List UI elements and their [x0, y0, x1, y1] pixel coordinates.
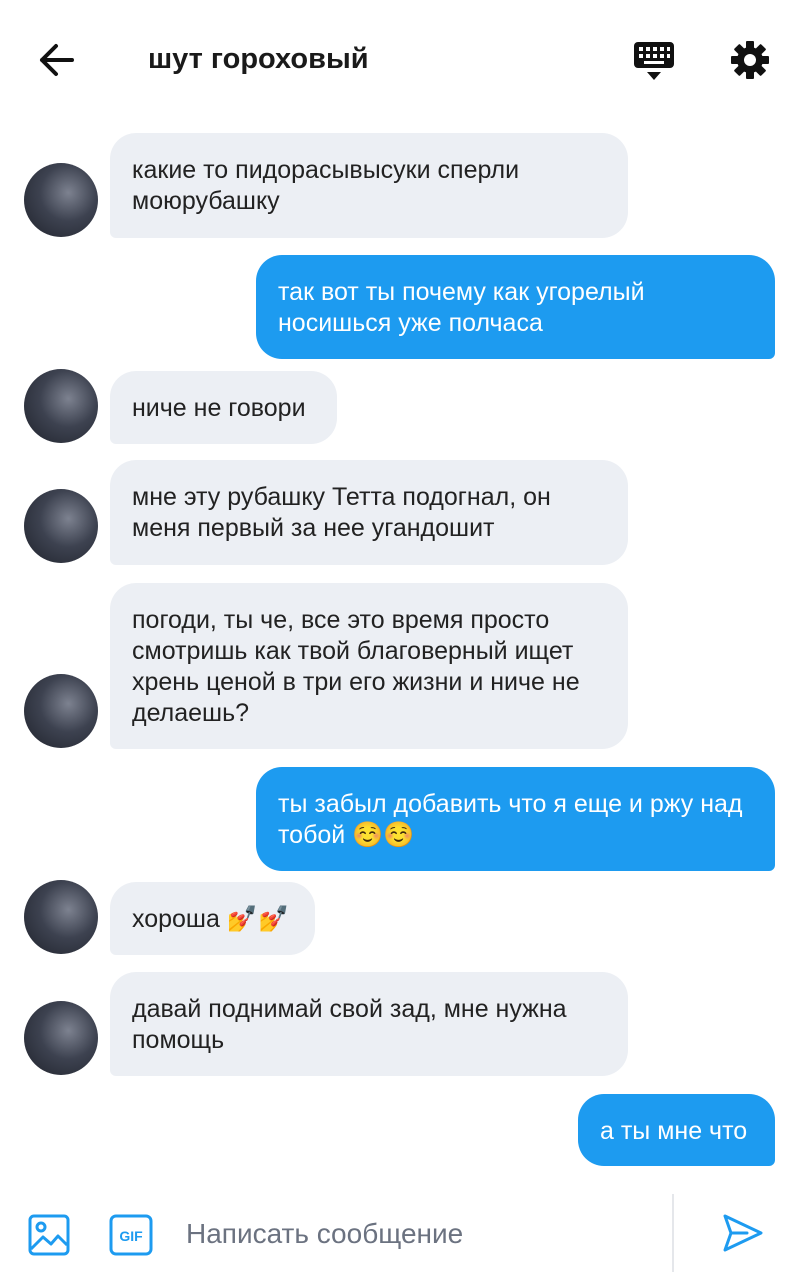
- message-text: ниче не говори: [132, 394, 306, 422]
- back-button[interactable]: [28, 36, 84, 84]
- message-text: погоди, ты че, все это время просто смот…: [132, 606, 580, 727]
- avatar[interactable]: [24, 369, 98, 443]
- gif-icon: GIF: [109, 1214, 153, 1256]
- chat-title: шут гороховый: [148, 43, 369, 75]
- message-text: мне эту рубашку Тетта подогнал, он меня …: [132, 483, 551, 542]
- message-outgoing[interactable]: ты забыл добавить что я еще и ржу над то…: [256, 767, 775, 871]
- svg-text:GIF: GIF: [119, 1228, 143, 1244]
- avatar[interactable]: [24, 1001, 98, 1075]
- message-text: так вот ты почему как угорелый носишься …: [278, 278, 645, 337]
- message-text: а ты мне что: [600, 1117, 748, 1145]
- send-icon: [723, 1214, 763, 1252]
- keyboard-button[interactable]: [626, 34, 682, 86]
- image-icon: [28, 1214, 70, 1256]
- message-input[interactable]: [186, 1212, 646, 1256]
- message-text: какие то пидорасывысуки сперли моюрубашк…: [132, 156, 520, 215]
- keyboard-icon: [634, 42, 674, 80]
- message-text: давай поднимай свой зад, мне нужна помощ…: [132, 995, 567, 1054]
- settings-button[interactable]: [722, 34, 778, 86]
- message-text: ты забыл добавить что я еще и ржу над то…: [278, 790, 743, 849]
- message-text: хороша 💅💅: [132, 905, 290, 933]
- avatar[interactable]: [24, 674, 98, 748]
- avatar[interactable]: [24, 489, 98, 563]
- message-incoming[interactable]: мне эту рубашку Тетта подогнал, он меня …: [110, 460, 628, 565]
- avatar[interactable]: [24, 880, 98, 954]
- attach-image-button[interactable]: [24, 1210, 74, 1260]
- message-composer: GIF: [0, 1186, 800, 1280]
- message-outgoing[interactable]: так вот ты почему как угорелый носишься …: [256, 255, 775, 359]
- send-button[interactable]: [716, 1208, 770, 1258]
- divider: [672, 1194, 674, 1272]
- message-outgoing[interactable]: а ты мне что: [578, 1094, 775, 1166]
- avatar[interactable]: [24, 163, 98, 237]
- message-incoming[interactable]: хороша 💅💅: [110, 882, 315, 955]
- gear-icon: [731, 41, 769, 79]
- gif-button[interactable]: GIF: [106, 1210, 156, 1260]
- arrow-left-icon: [40, 44, 74, 76]
- message-incoming[interactable]: давай поднимай свой зад, мне нужна помощ…: [110, 972, 628, 1076]
- message-incoming[interactable]: ниче не говори: [110, 371, 337, 444]
- chat-header: шут гороховый: [0, 0, 800, 120]
- message-incoming[interactable]: какие то пидорасывысуки сперли моюрубашк…: [110, 133, 628, 238]
- message-incoming[interactable]: погоди, ты че, все это время просто смот…: [110, 583, 628, 749]
